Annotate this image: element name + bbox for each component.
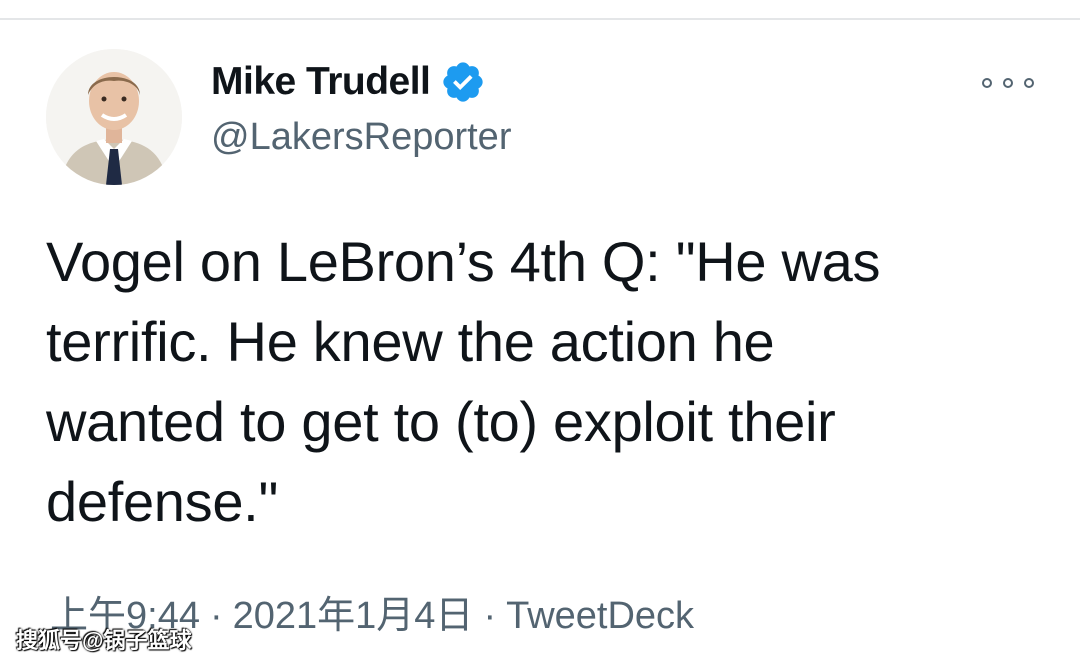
more-dot <box>1003 78 1013 88</box>
tweet-text: Vogel on LeBron’s 4th Q: "He was terrifi… <box>46 230 881 533</box>
avatar[interactable] <box>46 49 182 185</box>
more-dot <box>1024 78 1034 88</box>
more-options-icon[interactable] <box>982 68 1034 98</box>
meta-separator: · <box>483 595 497 637</box>
tweet-screen: Mike Trudell @LakersReporter Vogel on Le… <box>0 0 1080 667</box>
user-handle[interactable]: @LakersReporter <box>211 113 511 161</box>
more-dot <box>982 78 992 88</box>
avatar-image <box>46 49 182 185</box>
tweet-source[interactable]: TweetDeck <box>506 592 694 640</box>
author-info[interactable]: Mike Trudell <box>211 58 486 106</box>
top-divider <box>0 18 1080 20</box>
watermark: 搜狐号@锅子篮球 <box>16 628 192 653</box>
verified-badge-icon <box>440 59 486 105</box>
meta-separator: · <box>209 595 223 637</box>
display-name[interactable]: Mike Trudell <box>211 58 431 106</box>
tweet-date[interactable]: 2021年1月4日 <box>233 592 474 640</box>
